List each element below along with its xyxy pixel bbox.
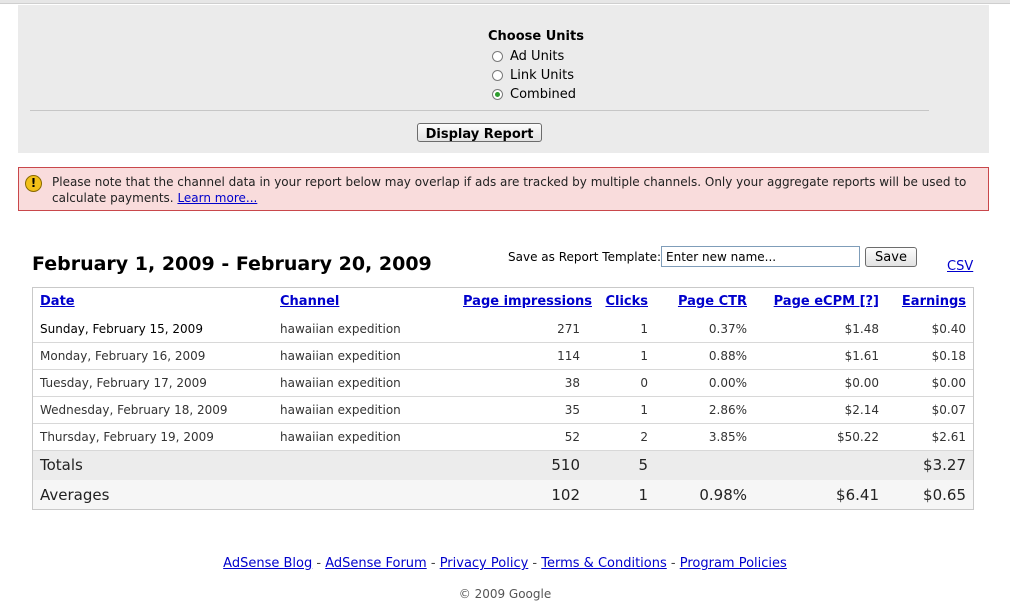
column-header-ctr[interactable]: Page CTR [663,288,747,316]
cell-clicks: 1 [640,403,648,417]
divider [30,110,929,111]
footer-separator: - [312,556,326,571]
totals-label: Totals [40,456,83,474]
cell-channel: hawaiian expedition [280,322,401,336]
cell-ctr: 0.00% [708,376,747,390]
radio-button[interactable] [492,51,503,62]
table-row: Tuesday, February 17, 2009 hawaiian expe… [33,370,973,397]
averages-ctr: 0.98% [699,486,747,504]
footer-link-adsense-forum[interactable]: AdSense Forum [325,556,427,571]
column-header-impressions[interactable]: Page impressions [463,288,592,316]
cell-date: Wednesday, February 18, 2009 [40,403,228,417]
choose-units-title: Choose Units [488,29,584,44]
cell-earnings: $0.00 [931,376,966,390]
averages-row: Averages 102 1 0.98% $6.41 $0.65 [33,480,973,509]
cell-channel: hawaiian expedition [280,349,401,363]
column-header-ecpm[interactable]: Page eCPM [?] [763,288,879,316]
radio-option-ad-units[interactable]: Ad Units [492,49,564,64]
table-row: Sunday, February 15, 2009 hawaiian exped… [33,316,973,343]
cell-clicks: 0 [640,376,648,390]
table-header-row: Date Channel Page impressions Clicks Pag… [33,288,973,317]
template-label: Save as Report Template: [508,250,662,264]
footer-link-program-policies[interactable]: Program Policies [680,556,787,571]
cell-clicks: 1 [640,322,648,336]
totals-impressions: 510 [551,456,580,474]
cell-ecpm: $2.14 [844,403,879,417]
column-header-date[interactable]: Date [40,288,75,316]
radio-button[interactable] [492,70,503,81]
learn-more-link[interactable]: Learn more... [177,191,257,205]
footer-links: AdSense Blog - AdSense Forum - Privacy P… [0,556,1010,571]
cell-earnings: $0.40 [931,322,966,336]
radio-label: Link Units [510,68,574,83]
cell-date: Thursday, February 19, 2009 [40,430,214,444]
radio-label: Combined [510,87,577,102]
footer-separator: - [528,556,542,571]
cell-ctr: 2.86% [708,403,747,417]
cell-impressions: 38 [564,376,580,390]
cell-channel: hawaiian expedition [280,403,401,417]
cell-ctr: 0.37% [708,322,747,336]
cell-ecpm: $1.61 [844,349,879,363]
radio-button-selected[interactable] [492,89,503,100]
radio-label: Ad Units [510,49,565,64]
table-row: Monday, February 16, 2009 hawaiian exped… [33,343,973,370]
cell-ecpm: $0.00 [844,376,879,390]
cell-date: Sunday, February 15, 2009 [40,322,203,336]
table-row: Wednesday, February 18, 2009 hawaiian ex… [33,397,973,424]
save-template-button[interactable]: Save [865,247,917,267]
cell-impressions: 271 [557,322,580,336]
cell-impressions: 35 [564,403,580,417]
choose-units-panel: Choose Units Ad Units Link Units Combine… [18,5,989,153]
table-row: Thursday, February 19, 2009 hawaiian exp… [33,424,973,451]
cell-channel: hawaiian expedition [280,376,401,390]
totals-row: Totals 510 5 $3.27 [33,451,973,480]
radio-option-link-units[interactable]: Link Units [492,68,574,83]
notice-banner: ! Please note that the channel data in y… [18,167,989,211]
averages-ecpm: $6.41 [836,486,879,504]
cell-ctr: 0.88% [708,349,747,363]
footer-link-adsense-blog[interactable]: AdSense Blog [223,556,312,571]
cell-impressions: 52 [564,430,580,444]
cell-clicks: 1 [640,349,648,363]
display-report-button[interactable]: Display Report [417,123,542,142]
cell-ecpm: $50.22 [837,430,879,444]
report-table: Date Channel Page impressions Clicks Pag… [32,287,974,510]
exclamation-icon: ! [25,175,42,192]
cell-channel: hawaiian expedition [280,430,401,444]
footer-separator: - [666,556,680,571]
radio-option-combined[interactable]: Combined [492,87,576,102]
totals-clicks: 5 [638,456,648,474]
cell-date: Monday, February 16, 2009 [40,349,206,363]
column-header-channel[interactable]: Channel [280,288,339,316]
notice-text: Please note that the channel data in you… [52,174,980,206]
report-date-range: February 1, 2009 - February 20, 2009 [32,253,432,275]
totals-earnings: $3.27 [923,456,966,474]
window-top-edge [0,0,1010,4]
averages-earnings: $0.65 [923,486,966,504]
cell-earnings: $2.61 [931,430,966,444]
cell-impressions: 114 [557,349,580,363]
averages-clicks: 1 [638,486,648,504]
footer-separator: - [426,556,440,571]
column-header-clicks[interactable]: Clicks [593,288,648,316]
cell-ecpm: $1.48 [844,322,879,336]
copyright: © 2009 Google [458,587,552,601]
cell-earnings: $0.07 [931,403,966,417]
cell-earnings: $0.18 [931,349,966,363]
footer-link-terms[interactable]: Terms & Conditions [541,556,667,571]
cell-ctr: 3.85% [708,430,747,444]
cell-clicks: 2 [640,430,648,444]
footer-link-privacy-policy[interactable]: Privacy Policy [440,556,529,571]
csv-link[interactable]: CSV [947,259,973,274]
column-header-earnings[interactable]: Earnings [893,288,966,316]
cell-date: Tuesday, February 17, 2009 [40,376,207,390]
template-name-input[interactable] [661,246,860,267]
averages-label: Averages [40,486,110,504]
averages-impressions: 102 [551,486,580,504]
